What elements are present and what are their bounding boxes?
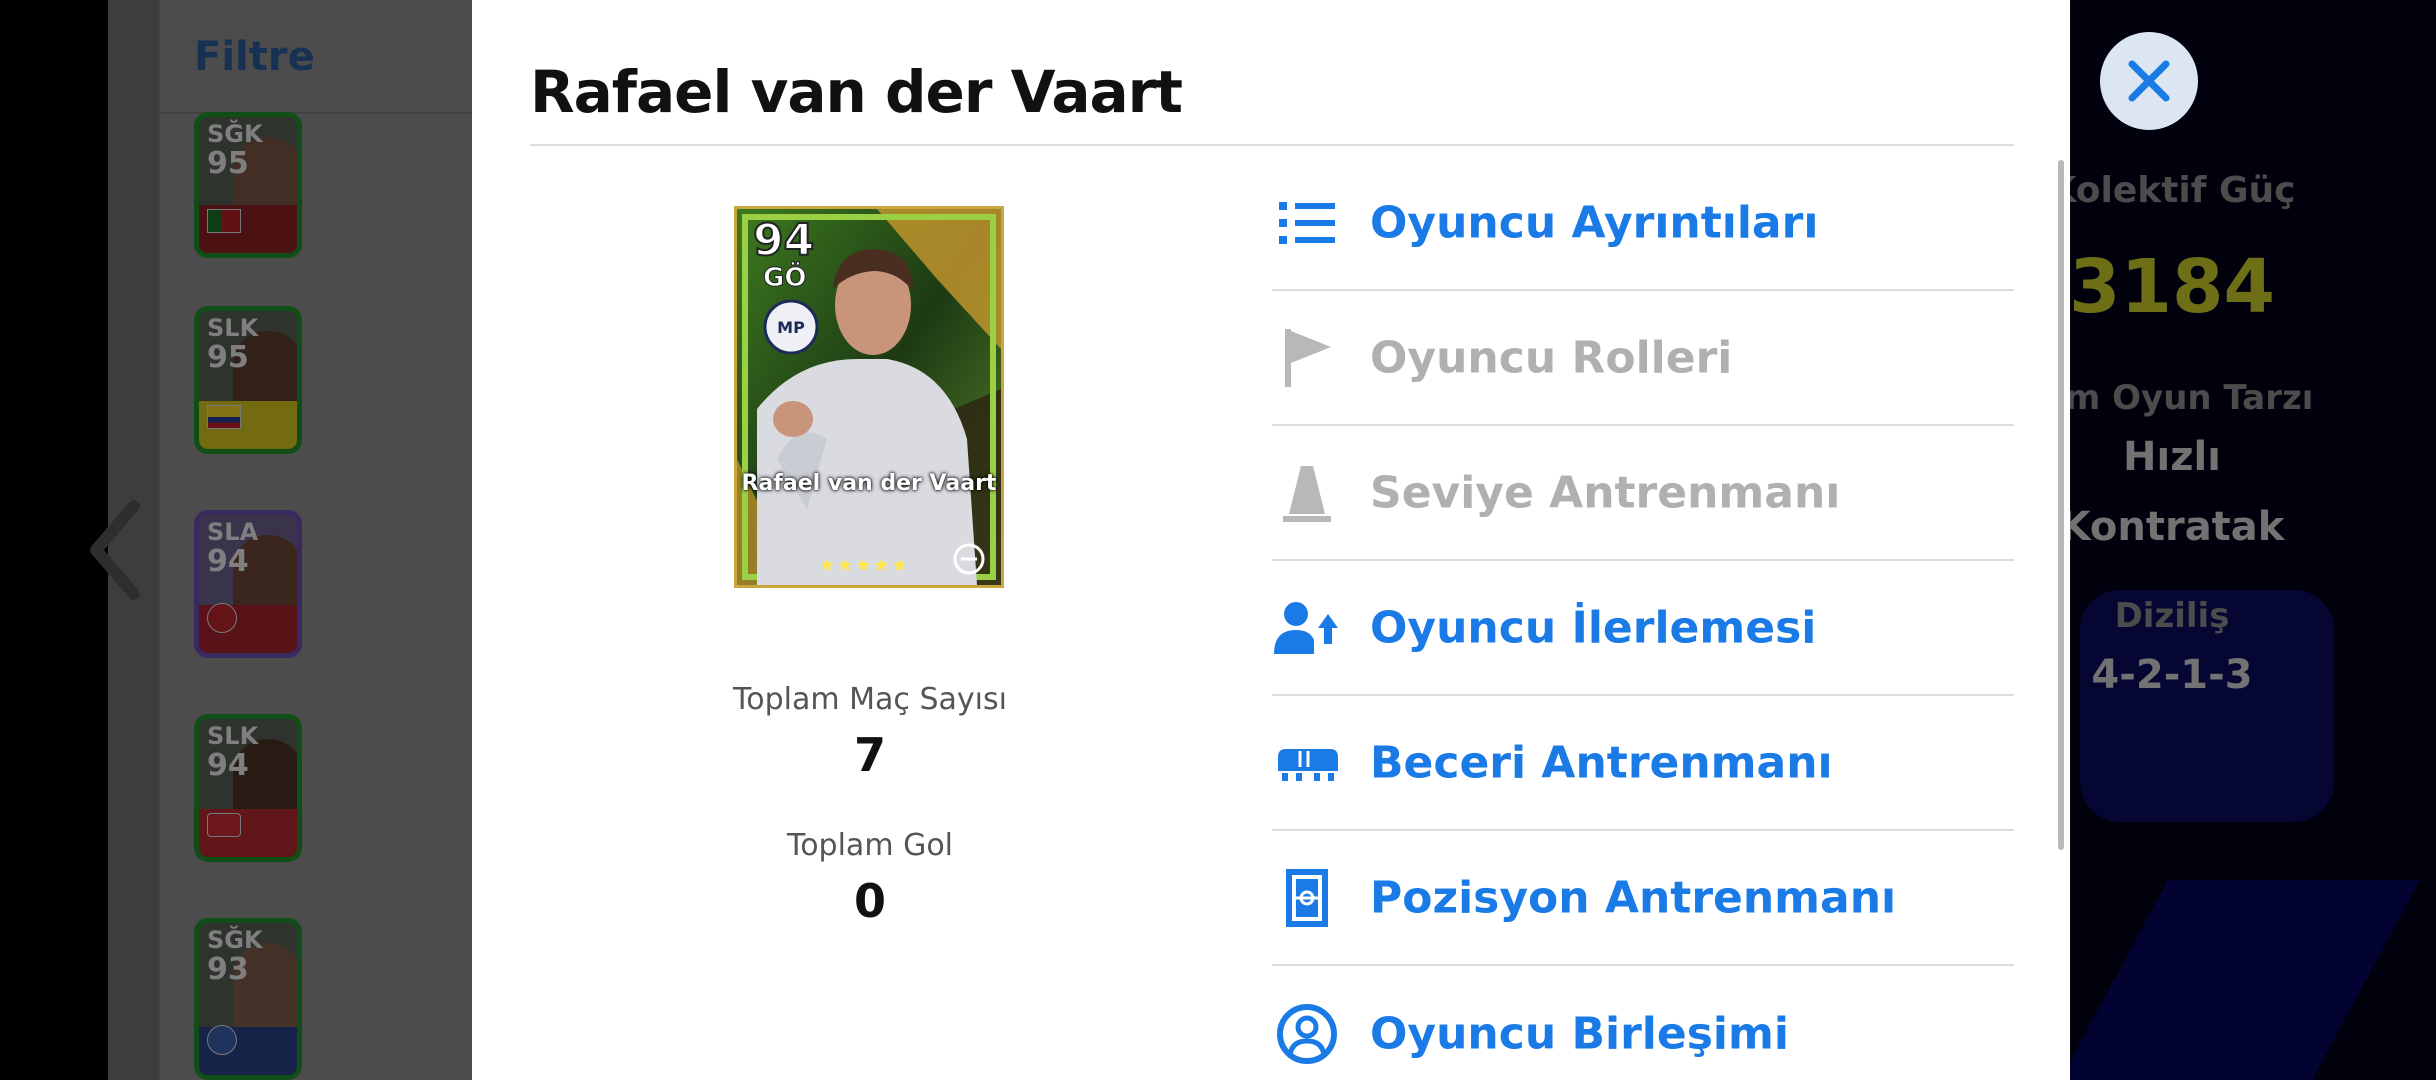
close-button[interactable] xyxy=(2100,32,2198,130)
close-icon xyxy=(2128,60,2170,102)
boot-icon xyxy=(1272,728,1342,798)
squad-player-card[interactable]: SLK 94 xyxy=(194,714,302,862)
club-crest-icon xyxy=(207,813,241,837)
total-matches-value: 7 xyxy=(853,728,886,782)
card-position: GÖ xyxy=(762,263,807,294)
total-matches-label: Toplam Maç Sayısı xyxy=(733,682,1007,717)
player-card[interactable]: MP 94 GÖ Rafael van der Vaart ★★★★★ xyxy=(734,206,1004,588)
squad-player-card[interactable]: SĞK 95 xyxy=(194,112,302,258)
club-crest-icon xyxy=(207,603,237,633)
menu-item-label: Pozisyon Antrenmanı xyxy=(1370,872,1897,923)
menu-item-player-merge[interactable]: Oyuncu Birleşimi xyxy=(1272,966,2014,1080)
player-options-modal: Rafael van der Vaart MP 94 GÖ Rafael van… xyxy=(472,0,2070,1080)
menu-item-position-training[interactable]: Pozisyon Antrenmanı xyxy=(1272,831,2014,966)
chevron-left-icon[interactable] xyxy=(84,500,144,600)
total-goals-value: 0 xyxy=(853,874,886,928)
menu-item-label: Oyuncu Birleşimi xyxy=(1370,1008,1789,1059)
menu-item-player-progression[interactable]: Oyuncu İlerlemesi xyxy=(1272,561,2014,696)
menu-item-skill-training[interactable]: Beceri Antrenmanı xyxy=(1272,696,2014,831)
pitch-icon xyxy=(1272,863,1342,933)
menu-item-player-roles[interactable]: Oyuncu Rolleri xyxy=(1272,291,2014,426)
svg-text:MP: MP xyxy=(777,318,805,337)
list-icon xyxy=(1272,188,1342,258)
modal-title: Rafael van der Vaart xyxy=(530,58,1183,126)
menu-item-label: Oyuncu İlerlemesi xyxy=(1370,602,1817,653)
card-player-name: Rafael van der Vaart xyxy=(741,471,997,496)
menu-item-level-training[interactable]: Seviye Antrenmanı xyxy=(1272,426,2014,561)
menu-item-label: Oyuncu Rolleri xyxy=(1370,332,1733,383)
squad-player-card[interactable]: SLK 95 xyxy=(194,306,302,454)
person-circle-icon xyxy=(1272,999,1342,1069)
card-stars: ★★★★★ xyxy=(819,555,910,576)
cone-icon xyxy=(1272,458,1342,528)
menu-item-label: Oyuncu Ayrıntıları xyxy=(1370,197,1819,248)
person-progress-icon xyxy=(1272,593,1342,663)
filter-button[interactable]: Filtre xyxy=(194,34,315,80)
card-rating: 94 xyxy=(752,214,815,267)
flag-icon xyxy=(207,209,241,233)
flag-icon xyxy=(1272,323,1342,393)
scrollbar[interactable] xyxy=(2058,160,2064,850)
club-crest-icon xyxy=(207,1025,237,1055)
flag-icon xyxy=(207,405,241,429)
menu-item-player-details[interactable]: Oyuncu Ayrıntıları xyxy=(1272,156,2014,291)
total-goals-label: Toplam Gol xyxy=(786,828,954,863)
title-divider xyxy=(530,144,2014,146)
menu-item-label: Seviye Antrenmanı xyxy=(1370,467,1841,518)
squad-player-card[interactable]: SLA 94 xyxy=(194,510,302,658)
squad-player-card[interactable]: SĞK 93 xyxy=(194,918,302,1080)
menu-item-label: Beceri Antrenmanı xyxy=(1370,737,1833,788)
